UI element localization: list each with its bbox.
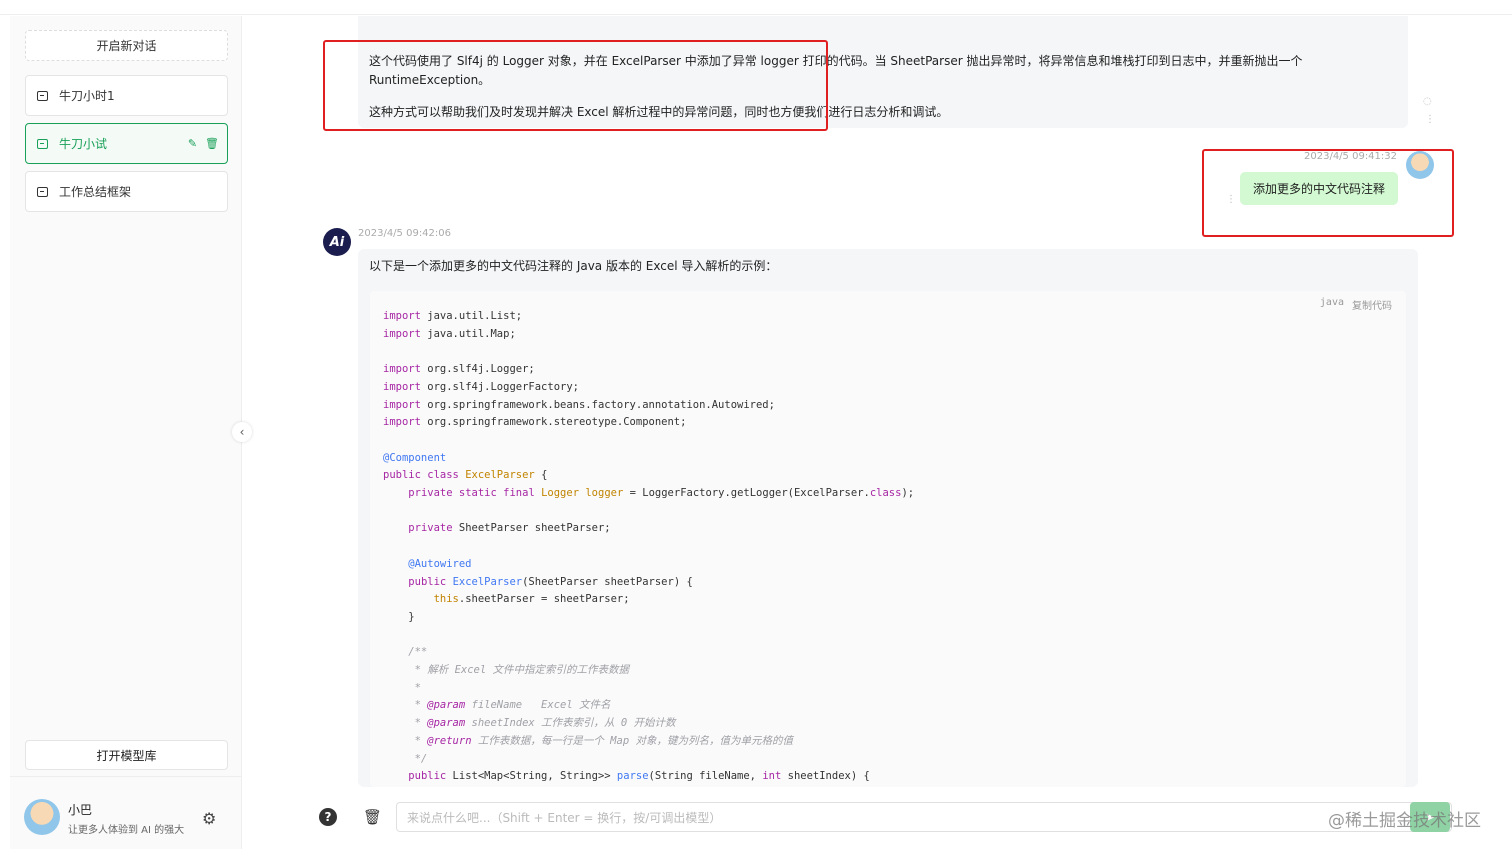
message-text: 以下是一个添加更多的中文代码注释的 Java 版本的 Excel 导入解析的示例… <box>369 259 778 273</box>
chat-icon <box>37 138 48 149</box>
message-timestamp: 2023/4/5 09:42:06 <box>358 228 452 239</box>
conversation-item-active[interactable]: 牛刀小试 ✎ 🗑 <box>25 123 228 164</box>
conversation-item[interactable]: 工作总结框架 <box>25 171 228 212</box>
user-avatar[interactable] <box>24 799 60 835</box>
help-icon[interactable]: ? <box>319 808 337 826</box>
new-chat-button[interactable]: 开启新对话 <box>25 30 228 61</box>
clear-chat-trash-icon[interactable]: 🗑 <box>363 808 382 826</box>
settings-gear-icon[interactable]: ⚙ <box>202 809 216 828</box>
collapse-sidebar-chevron-icon[interactable]: ‹ <box>232 422 252 442</box>
ai-avatar: Ai <box>323 228 351 256</box>
copy-code-button[interactable]: 复制代码 <box>1352 297 1392 312</box>
edit-icon[interactable]: ✎ <box>188 137 197 150</box>
code-content: import java.util.List; import java.util.… <box>383 310 915 783</box>
code-block: java 复制代码 import java.util.List; import … <box>370 291 1406 787</box>
conversation-title: 工作总结框架 <box>59 185 132 199</box>
user-subtitle: 让更多人体验到 AI 的强大 <box>68 825 185 836</box>
watermark: @稀土掘金技术社区 <box>1328 811 1481 831</box>
user-name: 小巴 <box>68 803 93 817</box>
top-divider <box>0 14 1512 15</box>
open-model-library-button[interactable]: 打开模型库 <box>25 740 228 770</box>
chat-input[interactable]: 来说点什么吧...（Shift + Enter = 换行，按/可调出模型） <box>396 802 1452 832</box>
user-panel: 小巴 让更多人体验到 AI 的强大 ⚙ <box>10 776 242 849</box>
code-language-label: java <box>1319 297 1344 308</box>
highlight-box <box>1202 149 1454 237</box>
more-icon[interactable]: ⋮ <box>1425 114 1435 125</box>
conversation-title: 牛刀小时1 <box>59 89 115 103</box>
chat-icon <box>37 90 48 101</box>
highlight-box <box>323 40 828 131</box>
refresh-icon[interactable]: ◌ <box>1423 96 1432 107</box>
delete-icon[interactable]: 🗑 <box>205 137 219 150</box>
conversation-title: 牛刀小试 <box>59 137 108 151</box>
ai-message: 以下是一个添加更多的中文代码注释的 Java 版本的 Excel 导入解析的示例… <box>358 249 1418 787</box>
conversation-item[interactable]: 牛刀小时1 <box>25 75 228 116</box>
sidebar: 开启新对话 牛刀小时1 牛刀小试 ✎ 🗑 工作总结框架 打开模型库 小巴 让更多… <box>10 16 242 849</box>
chat-icon <box>37 186 48 197</box>
